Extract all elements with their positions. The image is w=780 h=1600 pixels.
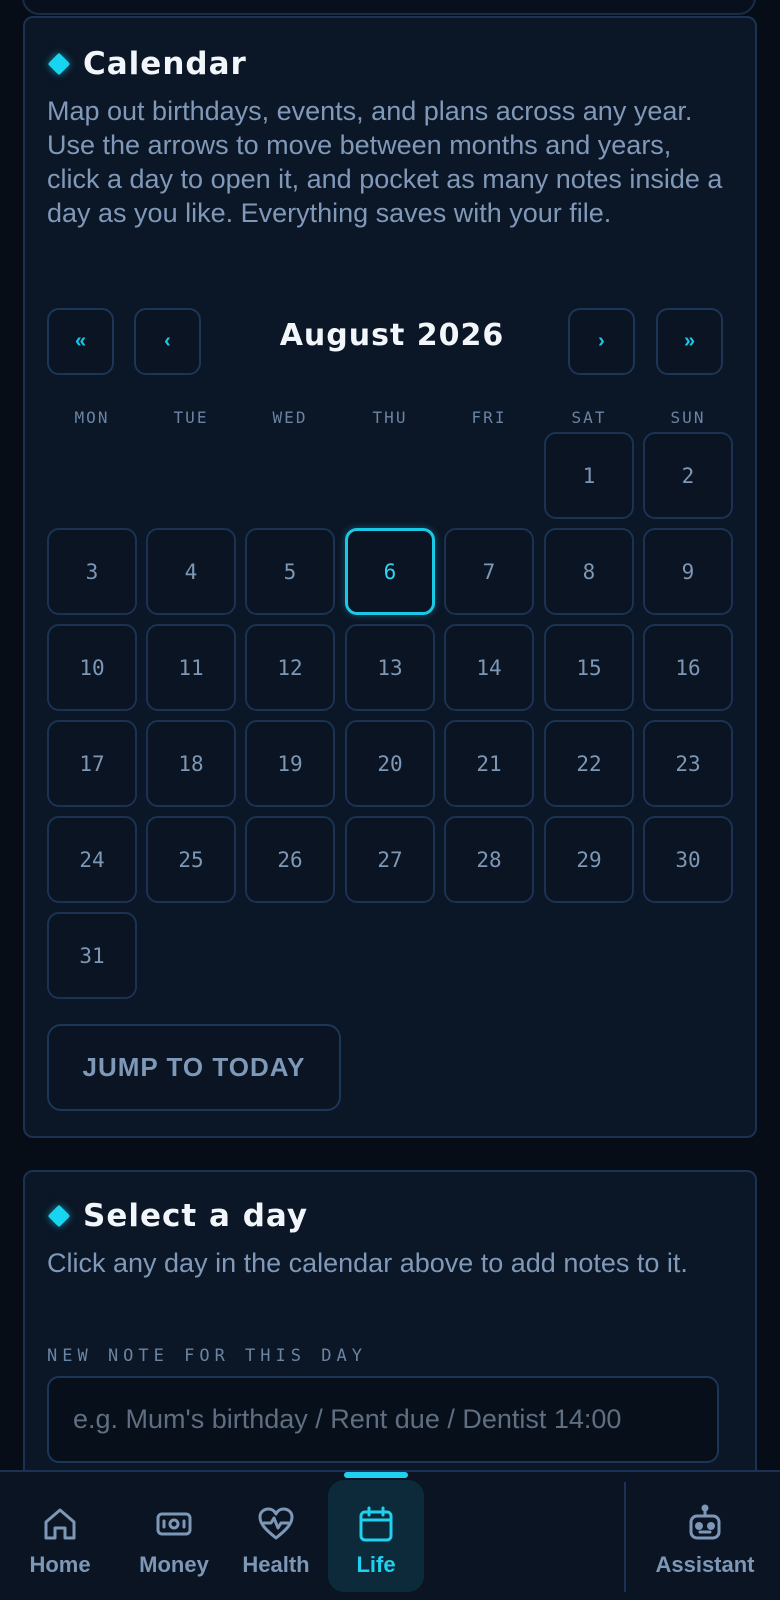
nav-divider — [624, 1482, 626, 1592]
nav-life-label: Life — [356, 1552, 396, 1577]
nav-health-label: Health — [242, 1552, 310, 1577]
calendar-day-cell[interactable]: 2 — [643, 432, 733, 519]
weekday-label: MON — [74, 408, 110, 427]
calendar-day-cell[interactable]: 24 — [47, 816, 137, 903]
calendar-day-cell[interactable]: 12 — [245, 624, 335, 711]
calendar-day-cell[interactable]: 16 — [643, 624, 733, 711]
nav-money[interactable]: Money — [118, 1472, 230, 1600]
day-panel-title: Select a day — [83, 1198, 309, 1234]
calendar-day-cell[interactable]: 10 — [47, 624, 137, 711]
calendar-day-cell[interactable]: 6 — [345, 528, 435, 615]
weekday-label: WED — [272, 408, 308, 427]
calendar-day-cell[interactable]: 4 — [146, 528, 236, 615]
calendar-header: Calendar — [47, 46, 247, 82]
calendar-card: Calendar Map out birthdays, events, and … — [23, 16, 757, 1138]
calendar-day-cell[interactable]: 22 — [544, 720, 634, 807]
calendar-day-cell[interactable]: 17 — [47, 720, 137, 807]
calendar-day-cell[interactable]: 11 — [146, 624, 236, 711]
calendar-day-cell[interactable]: 15 — [544, 624, 634, 711]
month-year-label: August 2026 — [279, 318, 505, 353]
calendar-day-cell[interactable]: 1 — [544, 432, 634, 519]
jump-to-today-button[interactable]: JUMP TO TODAY — [47, 1024, 341, 1111]
calendar-day-cell[interactable]: 26 — [245, 816, 335, 903]
weekday-label: SUN — [670, 408, 706, 427]
calendar-day-cell[interactable]: 18 — [146, 720, 236, 807]
day-panel-description: Click any day in the calendar above to a… — [47, 1248, 688, 1278]
weekday-label: TUE — [173, 408, 209, 427]
calendar-day-cell[interactable]: 9 — [643, 528, 733, 615]
day-panel-header: Select a day — [47, 1198, 308, 1234]
calendar-day-cell[interactable]: 14 — [444, 624, 534, 711]
weekday-label: FRI — [471, 408, 507, 427]
calendar-title: Calendar — [83, 46, 247, 82]
money-icon — [156, 1512, 192, 1536]
nav-health[interactable]: Health — [228, 1472, 324, 1600]
nav-assistant-label: Assistant — [655, 1552, 755, 1577]
next-year-button[interactable]: » — [656, 308, 723, 375]
new-note-label: NEW NOTE FOR THIS DAY — [47, 1346, 367, 1366]
nav-home-label: Home — [29, 1552, 91, 1577]
bottom-navigation: Home Money Health Life Assistant — [0, 1470, 780, 1600]
calendar-day-cell[interactable]: 7 — [444, 528, 534, 615]
robot-icon — [689, 1504, 721, 1540]
nav-home[interactable]: Home — [12, 1472, 108, 1600]
new-note-input[interactable] — [47, 1376, 719, 1463]
calendar-day-cell[interactable]: 21 — [444, 720, 534, 807]
calendar-day-cell[interactable]: 29 — [544, 816, 634, 903]
nav-life[interactable]: Life — [328, 1472, 424, 1592]
calendar-day-cell[interactable]: 27 — [345, 816, 435, 903]
calendar-day-cell[interactable]: 19 — [245, 720, 335, 807]
calendar-day-cell[interactable]: 30 — [643, 816, 733, 903]
diamond-bullet-icon — [47, 1204, 71, 1228]
next-month-button[interactable]: › — [568, 308, 635, 375]
diamond-bullet-icon — [47, 52, 71, 76]
heart-pulse-icon — [258, 1507, 294, 1540]
calendar-day-cell[interactable]: 31 — [47, 912, 137, 999]
active-tab-indicator — [344, 1472, 408, 1478]
calendar-day-cell[interactable]: 28 — [444, 816, 534, 903]
calendar-description: Map out birthdays, events, and plans acr… — [47, 96, 723, 228]
calendar-day-cell[interactable]: 13 — [345, 624, 435, 711]
weekday-label: THU — [372, 408, 408, 427]
calendar-day-cell[interactable]: 23 — [643, 720, 733, 807]
nav-money-label: Money — [139, 1552, 209, 1577]
calendar-icon — [359, 1506, 393, 1542]
home-icon — [44, 1508, 76, 1540]
previous-card-edge — [22, 0, 756, 15]
nav-assistant[interactable]: Assistant — [640, 1472, 770, 1600]
weekday-label: SAT — [571, 408, 607, 427]
calendar-day-cell[interactable]: 20 — [345, 720, 435, 807]
calendar-day-cell[interactable]: 8 — [544, 528, 634, 615]
calendar-day-cell[interactable]: 3 — [47, 528, 137, 615]
calendar-day-cell[interactable]: 25 — [146, 816, 236, 903]
calendar-day-cell[interactable]: 5 — [245, 528, 335, 615]
